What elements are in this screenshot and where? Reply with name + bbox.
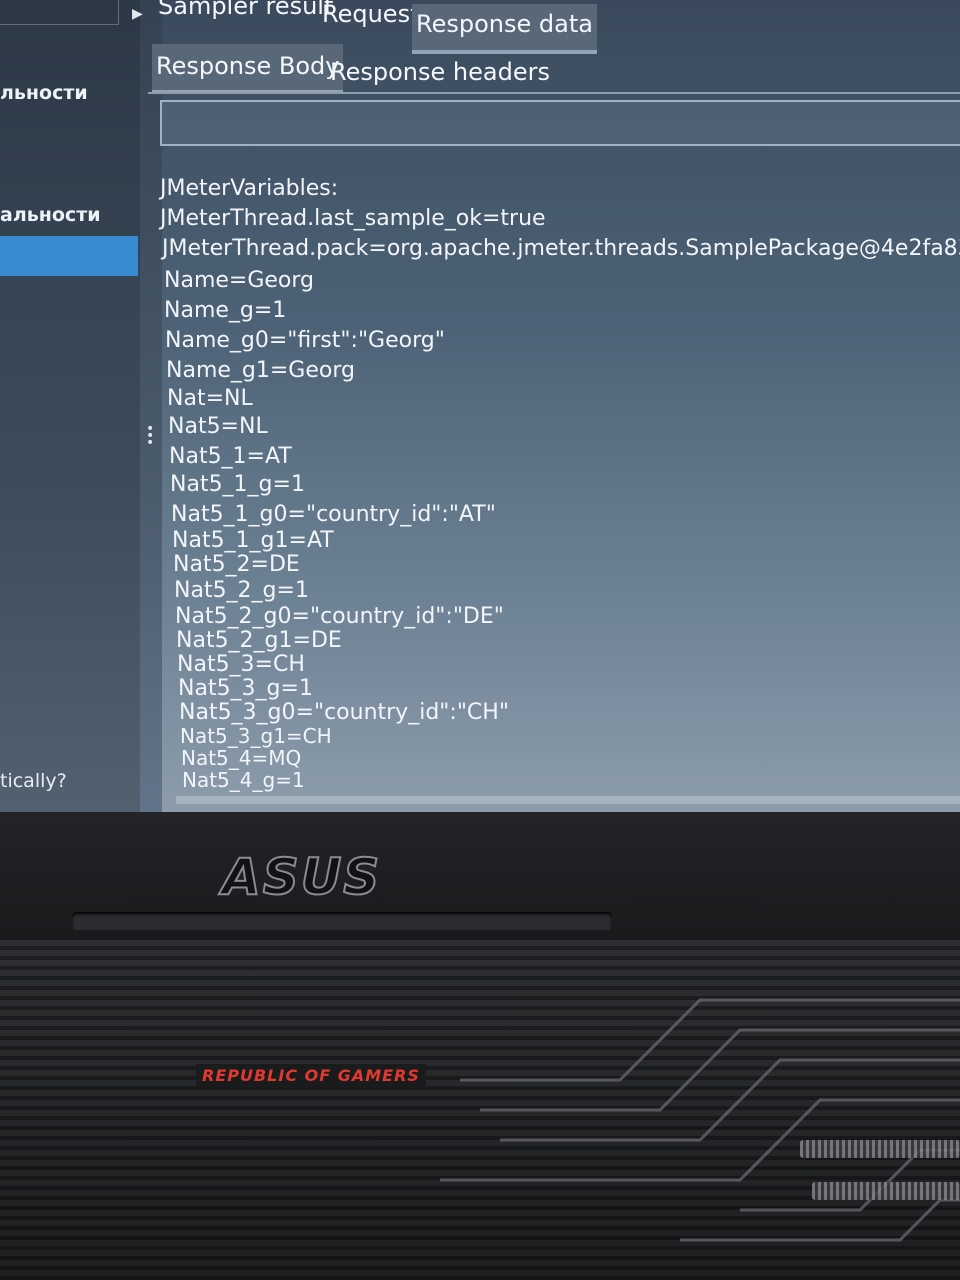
body-line: Nat5_3_g1=CH	[180, 724, 332, 748]
body-line: Nat5_4_g=1	[182, 768, 305, 792]
body-line: JMeterVariables:	[160, 176, 339, 201]
speaker-vent	[800, 1140, 960, 1158]
tab-response-headers[interactable]: Response headers	[326, 58, 554, 86]
body-line: Nat5_1=AT	[169, 444, 292, 469]
screen-bezel	[0, 812, 960, 952]
tab-response-data[interactable]: Response data	[412, 4, 597, 54]
sidebar-item-1[interactable]: льности	[0, 82, 88, 104]
sidebar-checkbox-label[interactable]: tically?	[0, 770, 67, 792]
body-line: Nat5=NL	[168, 414, 268, 439]
sidebar-item-2[interactable]: альности	[0, 204, 101, 226]
tab-response-body[interactable]: Response Body	[152, 44, 344, 94]
brand-logo: ASUS	[221, 847, 382, 907]
body-line: JMeterThread.pack=org.apache.jmeter.thre…	[162, 236, 960, 261]
response-body-text: JMeterVariables: JMeterThread.last_sampl…	[160, 164, 960, 804]
body-line: Nat5_2_g=1	[174, 578, 309, 603]
body-line: JMeterThread.last_sample_ok=true	[160, 206, 546, 231]
body-line: Name_g=1	[164, 298, 287, 323]
laptop-hinge	[72, 912, 612, 930]
splitter-grip-icon[interactable]: • • •	[146, 422, 156, 450]
tab-strip-divider	[148, 92, 960, 94]
sidebar-header-box	[0, 0, 119, 25]
body-line: Name=Georg	[164, 268, 315, 293]
body-line: Nat5_4=MQ	[181, 746, 302, 770]
tree-expand-arrow-icon[interactable]: ▶	[132, 6, 143, 22]
body-line: Nat=NL	[167, 386, 253, 411]
tab-sampler-result[interactable]: Sampler result	[154, 0, 337, 20]
body-line: Nat5_1_g0="country_id":"AT"	[171, 502, 496, 527]
test-plan-sidebar: льности альности tically?	[0, 0, 140, 812]
body-line: Nat5_3_g=1	[178, 676, 313, 701]
deck-circuit-pattern	[440, 998, 960, 1242]
sidebar-selected-item[interactable]	[0, 236, 138, 276]
body-line: Nat5_2_g1=DE	[176, 628, 342, 653]
laptop-screen: льности альности tically? • • • ▶ Sampler …	[0, 0, 960, 812]
body-line: Nat5_2=DE	[173, 552, 300, 577]
body-line: Name_g1=Georg	[166, 358, 355, 383]
body-line: Nat5_2_g0="country_id":"DE"	[175, 604, 504, 629]
body-line: Nat5_1_g1=AT	[172, 528, 334, 553]
body-line: Nat5_1_g=1	[170, 472, 305, 497]
panel-splitter[interactable]	[140, 0, 162, 812]
tab-request[interactable]: Request	[318, 0, 424, 28]
rog-series-label: REPUBLIC OF GAMERS	[196, 1064, 426, 1087]
body-line: Name_g0="first":"Georg"	[165, 328, 445, 353]
body-line: Nat5_3=CH	[177, 652, 305, 677]
speaker-vent	[812, 1182, 960, 1200]
scrollbar-horizontal[interactable]	[176, 796, 960, 804]
search-input[interactable]	[160, 100, 960, 146]
body-line: Nat5_3_g0="country_id":"CH"	[179, 700, 509, 725]
